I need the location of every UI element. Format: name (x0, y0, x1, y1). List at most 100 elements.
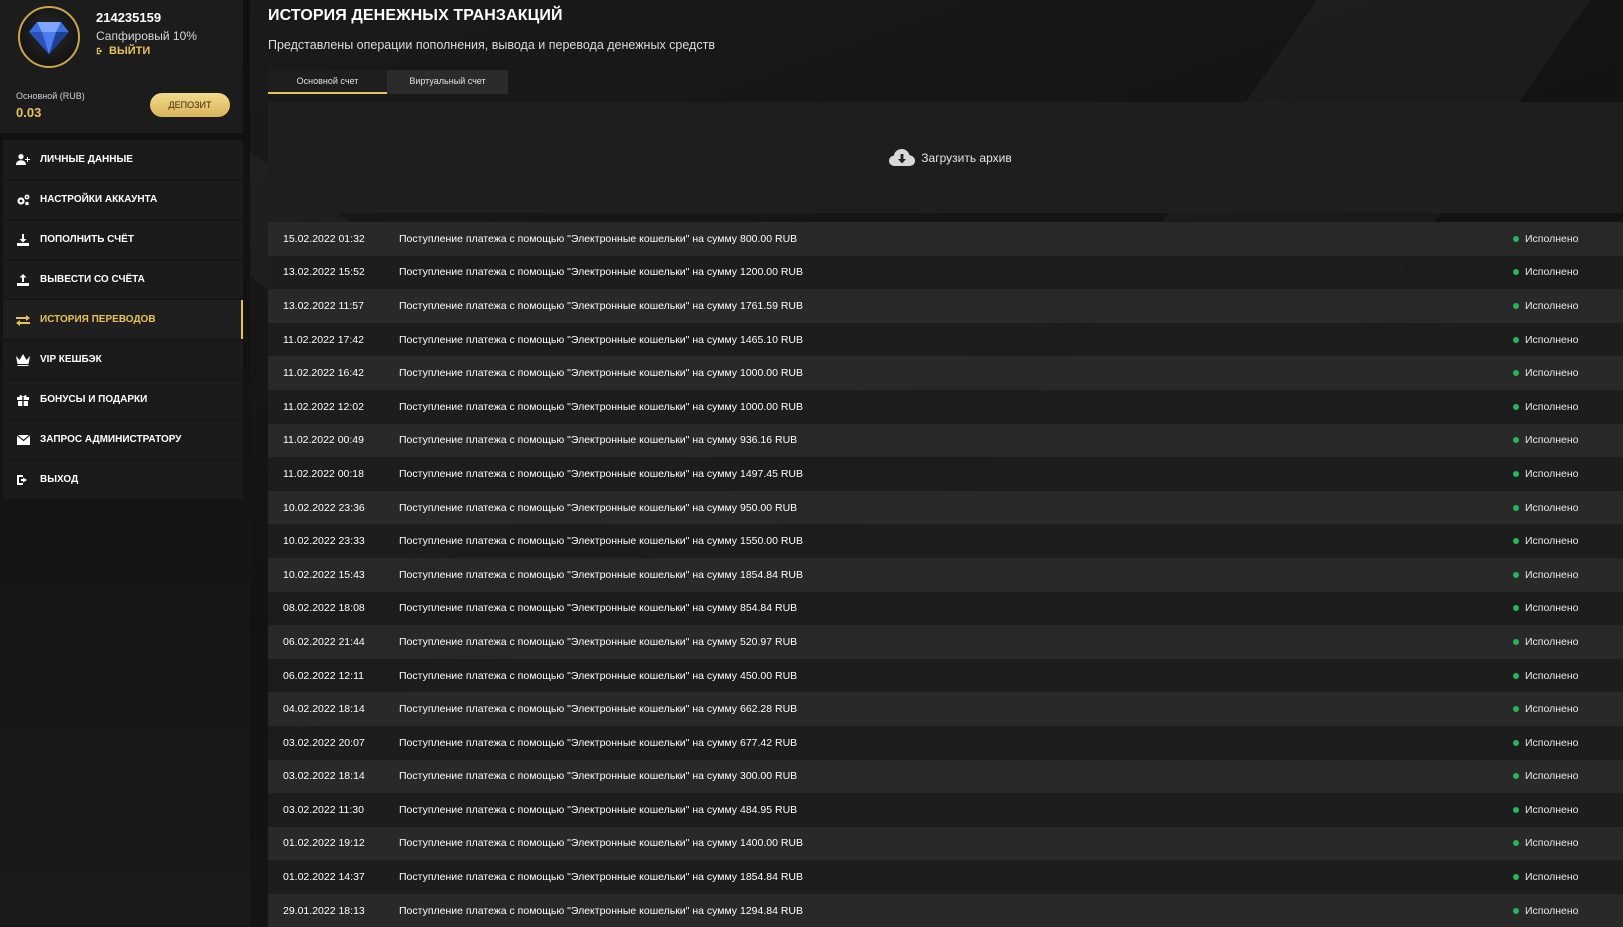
table-row: 01.02.2022 14:37Поступление платежа с по… (268, 860, 1623, 894)
download-archive-label: Загрузить архив (921, 151, 1011, 165)
transaction-date: 01.02.2022 14:37 (268, 871, 399, 883)
table-row: 08.02.2022 18:08Поступление платежа с по… (268, 592, 1623, 626)
transaction-status: Исполнено (1513, 737, 1623, 749)
status-label: Исполнено (1525, 334, 1579, 346)
table-row: 11.02.2022 00:49Поступление платежа с по… (268, 424, 1623, 458)
transaction-status: Исполнено (1513, 569, 1623, 581)
status-label: Исполнено (1525, 569, 1579, 581)
transaction-description: Поступление платежа с помощью "Электронн… (399, 670, 1513, 682)
sidebar-item-transfer-history[interactable]: ИСТОРИЯ ПЕРЕВОДОВ (3, 300, 243, 339)
transaction-description: Поступление платежа с помощью "Электронн… (399, 300, 1513, 312)
status-dot-icon (1513, 773, 1519, 779)
table-row: 03.02.2022 18:14Поступление платежа с по… (268, 760, 1623, 794)
status-label: Исполнено (1525, 300, 1579, 312)
transaction-date: 11.02.2022 12:02 (268, 401, 399, 413)
transaction-status: Исполнено (1513, 602, 1623, 614)
account-tabs: Основной счет Виртуальный счет (268, 70, 508, 94)
table-row: 06.02.2022 21:44Поступление платежа с по… (268, 625, 1623, 659)
transaction-date: 08.02.2022 18:08 (268, 602, 399, 614)
table-row: 03.02.2022 20:07Поступление платежа с по… (268, 726, 1623, 760)
sidebar-item-label: ИСТОРИЯ ПЕРЕВОДОВ (40, 314, 156, 325)
sidebar-item-vip-cashback[interactable]: VIP КЕШБЭК (3, 340, 243, 379)
download-archive-button[interactable]: Загрузить архив (889, 148, 1011, 168)
transaction-status: Исполнено (1513, 535, 1623, 547)
transaction-description: Поступление платежа с помощью "Электронн… (399, 905, 1513, 917)
sidebar-item-withdraw[interactable]: ВЫВЕСТИ СО СЧЁТА (3, 260, 243, 299)
transaction-status: Исполнено (1513, 468, 1623, 480)
status-label: Исполнено (1525, 636, 1579, 648)
sidebar: 214235159 Сапфировый 10% ВЫЙТИ Основной … (0, 0, 250, 926)
transaction-status: Исполнено (1513, 770, 1623, 782)
status-label: Исполнено (1525, 703, 1579, 715)
deposit-button[interactable]: ДЕПОЗИТ (150, 93, 230, 117)
transaction-description: Поступление платежа с помощью "Электронн… (399, 266, 1513, 278)
status-dot-icon (1513, 303, 1519, 309)
sidebar-item-label: ЛИЧНЫЕ ДАННЫЕ (40, 154, 133, 165)
table-row: 10.02.2022 23:33Поступление платежа с по… (268, 524, 1623, 558)
page-subtitle: Представлены операции пополнения, вывода… (268, 38, 715, 52)
transaction-status: Исполнено (1513, 502, 1623, 514)
status-label: Исполнено (1525, 367, 1579, 379)
transaction-date: 15.02.2022 01:32 (268, 233, 399, 245)
sidebar-item-label: ПОПОЛНИТЬ СЧЁТ (40, 234, 134, 245)
download-icon (16, 233, 30, 247)
transaction-status: Исполнено (1513, 401, 1623, 413)
transaction-date: 03.02.2022 18:14 (268, 770, 399, 782)
sidebar-item-bonuses[interactable]: БОНУСЫ И ПОДАРКИ (3, 380, 243, 419)
user-plus-icon (16, 153, 30, 167)
table-row: 29.01.2022 18:13Поступление платежа с по… (268, 894, 1623, 927)
status-label: Исполнено (1525, 401, 1579, 413)
table-row: 11.02.2022 16:42Поступление платежа с по… (268, 356, 1623, 390)
page-title: ИСТОРИЯ ДЕНЕЖНЫХ ТРАНЗАКЦИЙ (268, 7, 563, 25)
sidebar-item-label: ЗАПРОС АДМИНИСТРАТОРУ (40, 434, 182, 445)
sidebar-item-exit[interactable]: ВЫХОД (3, 460, 243, 499)
upload-icon (16, 273, 30, 287)
status-dot-icon (1513, 370, 1519, 376)
gift-icon (16, 393, 30, 407)
sidebar-item-admin-request[interactable]: ЗАПРОС АДМИНИСТРАТОРУ (3, 420, 243, 459)
transaction-description: Поступление платежа с помощью "Электронн… (399, 770, 1513, 782)
transaction-date: 10.02.2022 23:36 (268, 502, 399, 514)
status-label: Исполнено (1525, 266, 1579, 278)
cogs-icon (16, 193, 30, 207)
transaction-date: 01.02.2022 19:12 (268, 837, 399, 849)
status-label: Исполнено (1525, 670, 1579, 682)
transaction-description: Поступление платежа с помощью "Электронн… (399, 468, 1513, 480)
transaction-date: 13.02.2022 15:52 (268, 266, 399, 278)
transaction-date: 11.02.2022 00:49 (268, 434, 399, 446)
table-row: 11.02.2022 17:42Поступление платежа с по… (268, 323, 1623, 357)
status-label: Исполнено (1525, 602, 1579, 614)
status-label: Исполнено (1525, 502, 1579, 514)
status-label: Исполнено (1525, 905, 1579, 917)
sidebar-item-deposit[interactable]: ПОПОЛНИТЬ СЧЁТ (3, 220, 243, 259)
transaction-description: Поступление платежа с помощью "Электронн… (399, 737, 1513, 749)
table-row: 13.02.2022 15:52Поступление платежа с по… (268, 256, 1623, 290)
transaction-description: Поступление платежа с помощью "Электронн… (399, 434, 1513, 446)
transaction-date: 06.02.2022 21:44 (268, 636, 399, 648)
logout-link[interactable]: ВЫЙТИ (96, 45, 150, 57)
sidebar-item-personal-data[interactable]: ЛИЧНЫЕ ДАННЫЕ (3, 140, 243, 179)
status-dot-icon (1513, 538, 1519, 544)
status-label: Исполнено (1525, 737, 1579, 749)
user-id: 214235159 (96, 10, 161, 25)
user-level: Сапфировый 10% (96, 29, 197, 43)
transaction-date: 11.02.2022 17:42 (268, 334, 399, 346)
status-label: Исполнено (1525, 871, 1579, 883)
sidebar-item-account-settings[interactable]: НАСТРОЙКИ АККАУНТА (3, 180, 243, 219)
status-dot-icon (1513, 908, 1519, 914)
transaction-date: 06.02.2022 12:11 (268, 670, 399, 682)
avatar (18, 6, 80, 68)
sidebar-item-label: VIP КЕШБЭК (40, 354, 102, 365)
status-dot-icon (1513, 673, 1519, 679)
logout-label: ВЫЙТИ (109, 45, 150, 57)
tab-virtual-account[interactable]: Виртуальный счет (387, 70, 508, 94)
table-row: 06.02.2022 12:11Поступление платежа с по… (268, 659, 1623, 693)
transaction-status: Исполнено (1513, 905, 1623, 917)
status-dot-icon (1513, 404, 1519, 410)
transaction-description: Поступление платежа с помощью "Электронн… (399, 804, 1513, 816)
transaction-date: 04.02.2022 18:14 (268, 703, 399, 715)
sidebar-menu: ЛИЧНЫЕ ДАННЫЕ НАСТРОЙКИ АККАУНТА ПОПОЛНИ… (3, 140, 243, 500)
status-dot-icon (1513, 874, 1519, 880)
transaction-status: Исполнено (1513, 636, 1623, 648)
tab-main-account[interactable]: Основной счет (268, 70, 387, 94)
